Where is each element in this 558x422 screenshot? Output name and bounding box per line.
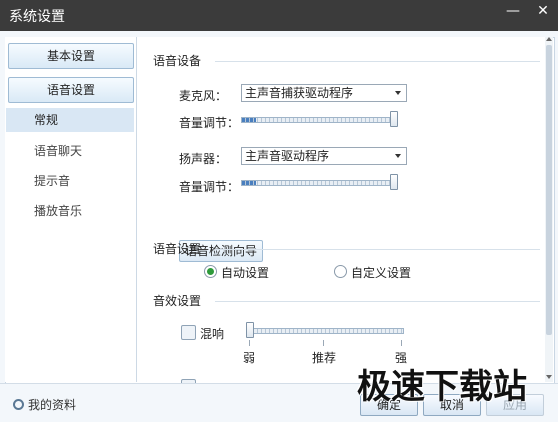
slider-dots [250,329,403,333]
section-title-voice-device: 语音设备 [153,54,202,68]
speaker-select-value: 主声音驱动程序 [245,149,330,163]
speaker-volume-thumb[interactable] [390,174,398,190]
title-bar: 系统设置 — ✕ [0,0,558,31]
reverb-slider[interactable] [249,328,404,334]
mic-select[interactable]: 主声音捕获驱动程序 [241,84,407,102]
watermark-text: 极速下载站 [357,367,527,407]
section-divider [215,301,540,302]
section-divider [215,61,540,62]
speaker-volume-label: 音量调节： [179,180,240,194]
mic-label: 麦克风： [179,89,228,103]
tick-mark [401,340,402,346]
chevron-down-icon [395,154,401,158]
radio-custom[interactable] [334,265,347,278]
sidebar-voice-settings-button[interactable]: 语音设置 [8,77,134,103]
speaker-select[interactable]: 主声音驱动程序 [241,147,407,165]
section-title-sound-effects: 音效设置 [153,294,202,308]
sidebar: 基本设置 语音设置 常规 语音聊天 提示音 播放音乐 [5,37,137,382]
radio-custom-label[interactable]: 自定义设置 [351,264,411,281]
radio-auto[interactable] [204,265,217,278]
minimize-button[interactable]: — [500,0,526,22]
tick-mark [323,340,324,346]
mic-volume-thumb[interactable] [390,111,398,127]
sidebar-basic-settings-button[interactable]: 基本设置 [8,43,134,69]
sidebar-item-play-music[interactable]: 播放音乐 [6,199,134,223]
mic-volume-label: 音量调节： [179,116,240,130]
my-profile-label: 我的资料 [28,398,77,412]
scrollbar[interactable] [545,37,553,382]
gear-icon [13,399,24,410]
reverb-checkbox[interactable] [181,325,196,340]
slider-dots [242,118,394,122]
main-panel: 语音设备 麦克风： 主声音捕获驱动程序 音量调节： 扬声器： 主声音驱动程序 音… [137,37,547,387]
sidebar-item-voice-chat[interactable]: 语音聊天 [6,139,134,163]
scroll-down-icon[interactable] [546,375,552,379]
scale-weak-label: 弱 [243,351,256,365]
slider-dots [242,181,394,185]
radio-auto-label[interactable]: 自动设置 [221,264,269,281]
tick-mark [249,340,250,346]
scrollbar-thumb[interactable] [546,45,552,335]
speaker-label: 扬声器： [179,152,228,166]
mic-select-value: 主声音捕获驱动程序 [245,86,354,100]
section-divider [215,249,540,250]
reverb-slider-thumb[interactable] [246,322,254,338]
chevron-down-icon [395,91,401,95]
window-title: 系统设置 [9,9,65,25]
my-profile-link[interactable]: 我的资料 [13,396,76,413]
sidebar-item-alert-sound[interactable]: 提示音 [6,169,134,193]
reverb-label[interactable]: 混响 [200,325,224,342]
scroll-up-icon[interactable] [546,37,552,41]
section-title-voice-settings: 语音设置 [153,242,202,256]
speaker-volume-slider[interactable] [241,180,395,186]
close-button[interactable]: ✕ [530,0,556,22]
sidebar-item-general[interactable]: 常规 [6,108,134,132]
mic-volume-slider[interactable] [241,117,395,123]
scale-recommended-label: 推荐 [312,351,337,365]
